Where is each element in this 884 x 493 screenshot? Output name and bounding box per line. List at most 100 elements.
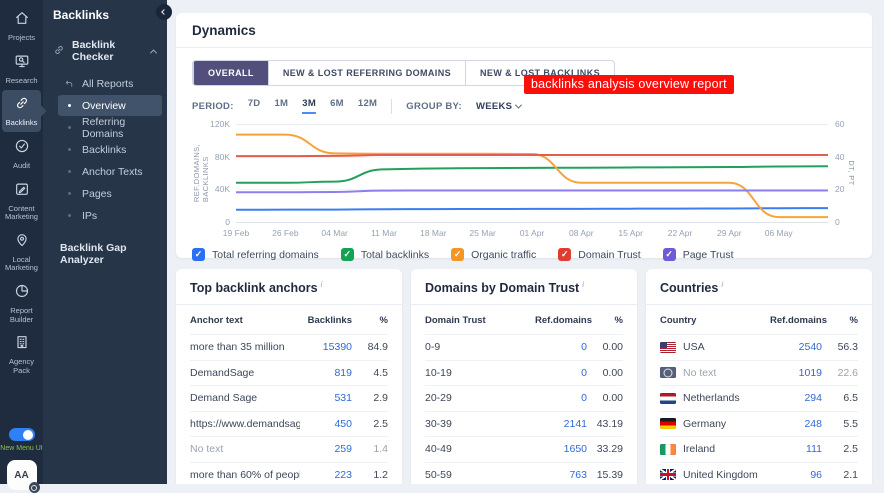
refdomains-count-link[interactable]: 96	[770, 469, 822, 481]
period-option[interactable]: 7D	[248, 98, 261, 114]
new-menu-toggle-wrap: New Menu UI	[0, 428, 43, 452]
table-row[interactable]: DemandSage 819 4.5	[190, 359, 388, 386]
legend-item-domain-trust[interactable]: ✓ Domain Trust	[558, 248, 641, 261]
anchor-text: https://www.demandsage.c...	[190, 417, 300, 430]
percent-value: 2.1	[843, 468, 858, 481]
nav-item[interactable]: Backlinks	[58, 139, 162, 160]
avatar-initials: AA	[14, 469, 29, 481]
period-option[interactable]: 6M	[330, 98, 344, 114]
nav-item[interactable]: Pages	[58, 183, 162, 204]
table-row[interactable]: Demand Sage 531 2.9	[190, 385, 388, 411]
period-option[interactable]: 1M	[274, 98, 288, 114]
table-row[interactable]: more than 35 million 15390 84.9	[190, 334, 388, 360]
app-sidebar-item[interactable]: Local Marketing	[2, 227, 41, 277]
app-sidebar-item[interactable]: Content Marketing	[2, 176, 41, 226]
table-row[interactable]: Netherlands 294 6.5	[660, 385, 858, 411]
legend-checkbox[interactable]: ✓	[340, 248, 354, 261]
refdomains-count-link[interactable]: 763	[535, 469, 587, 481]
backlinks-count-link[interactable]: 450	[300, 418, 352, 430]
app-sidebar-item[interactable]: Backlinks	[2, 90, 41, 132]
legend-checkbox[interactable]: ✓	[192, 248, 205, 261]
nav-item[interactable]: Anchor Texts	[58, 161, 162, 182]
legend-item-total-referring-domains[interactable]: ✓ Total referring domains	[192, 248, 319, 261]
refdomains-count-link[interactable]: 0	[535, 341, 587, 353]
nav-item[interactable]: Referring Domains	[58, 116, 162, 140]
left-axis-title: REF.DOMAINS, BACKLINKS	[192, 143, 210, 203]
table-row[interactable]: No text 1019 22.6	[660, 359, 858, 386]
app-icon-list: Projects Research Backlinks Audit Conten…	[0, 5, 43, 381]
backlinks-nav-sidebar: Backlinks Backlink Checker All Reports O…	[43, 0, 167, 484]
axis-tick: 0	[835, 217, 840, 227]
legend-checkbox[interactable]: ✓	[662, 248, 676, 261]
chevron-down-icon	[515, 101, 523, 109]
nav-item[interactable]: All Reports	[58, 73, 162, 94]
refdomains-count-link[interactable]: 1019	[770, 367, 822, 379]
app-sidebar-item[interactable]: Report Builder	[2, 278, 41, 328]
info-icon[interactable]: i	[582, 280, 584, 289]
check-circle-icon	[14, 138, 30, 159]
table-row[interactable]: United Kingdom 96 2.1	[660, 461, 858, 484]
refdomains-count-link[interactable]: 111	[770, 443, 822, 455]
chevron-up-icon[interactable]	[149, 45, 158, 57]
percent-value: 1.2	[373, 468, 388, 481]
group-by-select[interactable]: WEEKS	[476, 101, 523, 112]
legend-checkbox[interactable]: ✓	[451, 248, 465, 261]
percent-value: 84.9	[367, 341, 388, 354]
refdomains-count-link[interactable]: 0	[535, 392, 587, 404]
nav-item[interactable]: IPs	[58, 205, 162, 226]
backlinks-count-link[interactable]: 531	[300, 392, 352, 404]
backlinks-count-link[interactable]: 223	[300, 469, 352, 481]
trust-range: 0-9	[425, 341, 441, 354]
nav-title: Backlinks	[53, 8, 110, 22]
app-sidebar-item[interactable]: Agency Pack	[2, 329, 41, 379]
sidebar-collapse-button[interactable]	[156, 4, 172, 20]
legend-item-total-backlinks[interactable]: ✓ Total backlinks	[340, 248, 429, 261]
table-row[interactable]: https://www.demandsage.c... 450 2.5	[190, 410, 388, 437]
legend-item-organic-traffic[interactable]: ✓ Organic traffic	[451, 248, 536, 261]
chart-plot-area[interactable]: REF.DOMAINS, BACKLINKS DT, PT 0 40K 80K 120…	[192, 119, 856, 238]
period-option[interactable]: 3M	[302, 98, 317, 114]
percent-value: 2.9	[373, 392, 388, 405]
info-icon[interactable]: i	[721, 280, 723, 289]
backlinks-count-link[interactable]: 15390	[300, 341, 352, 353]
percent-value: 33.29	[596, 443, 623, 456]
table-row[interactable]: 20-29 0 0.00	[425, 385, 623, 411]
table-row[interactable]: 10-19 0 0.00	[425, 359, 623, 386]
app-sidebar-item[interactable]: Audit	[2, 133, 41, 175]
nav-section-backlink-checker[interactable]: Backlink Checker	[51, 36, 162, 66]
backlinks-count-link[interactable]: 819	[300, 367, 352, 379]
new-menu-toggle[interactable]	[8, 428, 35, 441]
avatar[interactable]: AA	[6, 460, 40, 493]
app-sidebar-item[interactable]: Research	[2, 48, 41, 90]
table-row[interactable]: 40-49 1650 33.29	[425, 436, 623, 462]
dynamics-tab[interactable]: NEW & LOST REFERRING DOMAINS	[267, 61, 465, 85]
table-row[interactable]: 50-59 763 15.39	[425, 461, 623, 484]
info-icon[interactable]: i	[321, 280, 323, 289]
nav-item[interactable]: Overview	[58, 95, 162, 116]
legend-checkbox[interactable]: ✓	[558, 248, 572, 261]
table-row[interactable]: 30-39 2141 43.19	[425, 410, 623, 437]
table-row[interactable]: USA 2540 56.3	[660, 334, 858, 360]
refdomains-count-link[interactable]: 248	[770, 418, 822, 430]
table-row[interactable]: No text 259 1.4	[190, 436, 388, 462]
table-row[interactable]: Ireland 111 2.5	[660, 436, 858, 462]
dynamics-tab[interactable]: OVERALL	[193, 61, 268, 85]
card-title: Domains by Domain Trust i	[411, 269, 637, 306]
bullet-dot	[67, 104, 71, 107]
table-row[interactable]: Germany 248 5.5	[660, 410, 858, 437]
refdomains-count-link[interactable]: 2540	[770, 341, 822, 353]
app-sidebar-item[interactable]: Projects	[2, 5, 41, 47]
table-row[interactable]: 0-9 0 0.00	[425, 334, 623, 360]
x-axis-label: 08 Apr	[569, 228, 594, 238]
table-row[interactable]: more than 60% of people sai... 223 1.2	[190, 461, 388, 484]
link-icon	[14, 95, 30, 116]
refdomains-count-link[interactable]: 294	[770, 392, 822, 404]
refdomains-count-link[interactable]: 2141	[535, 418, 587, 430]
refdomains-count-link[interactable]: 1650	[535, 443, 587, 455]
legend-item-page-trust[interactable]: ✓ Page Trust	[662, 248, 733, 261]
table-header: Domain Trust Ref.domains %	[425, 315, 623, 327]
backlinks-count-link[interactable]: 259	[300, 443, 352, 455]
period-option[interactable]: 12M	[358, 98, 377, 114]
nav-item-backlink-gap-analyzer[interactable]: Backlink Gap Analyzer	[51, 239, 162, 270]
refdomains-count-link[interactable]: 0	[535, 367, 587, 379]
